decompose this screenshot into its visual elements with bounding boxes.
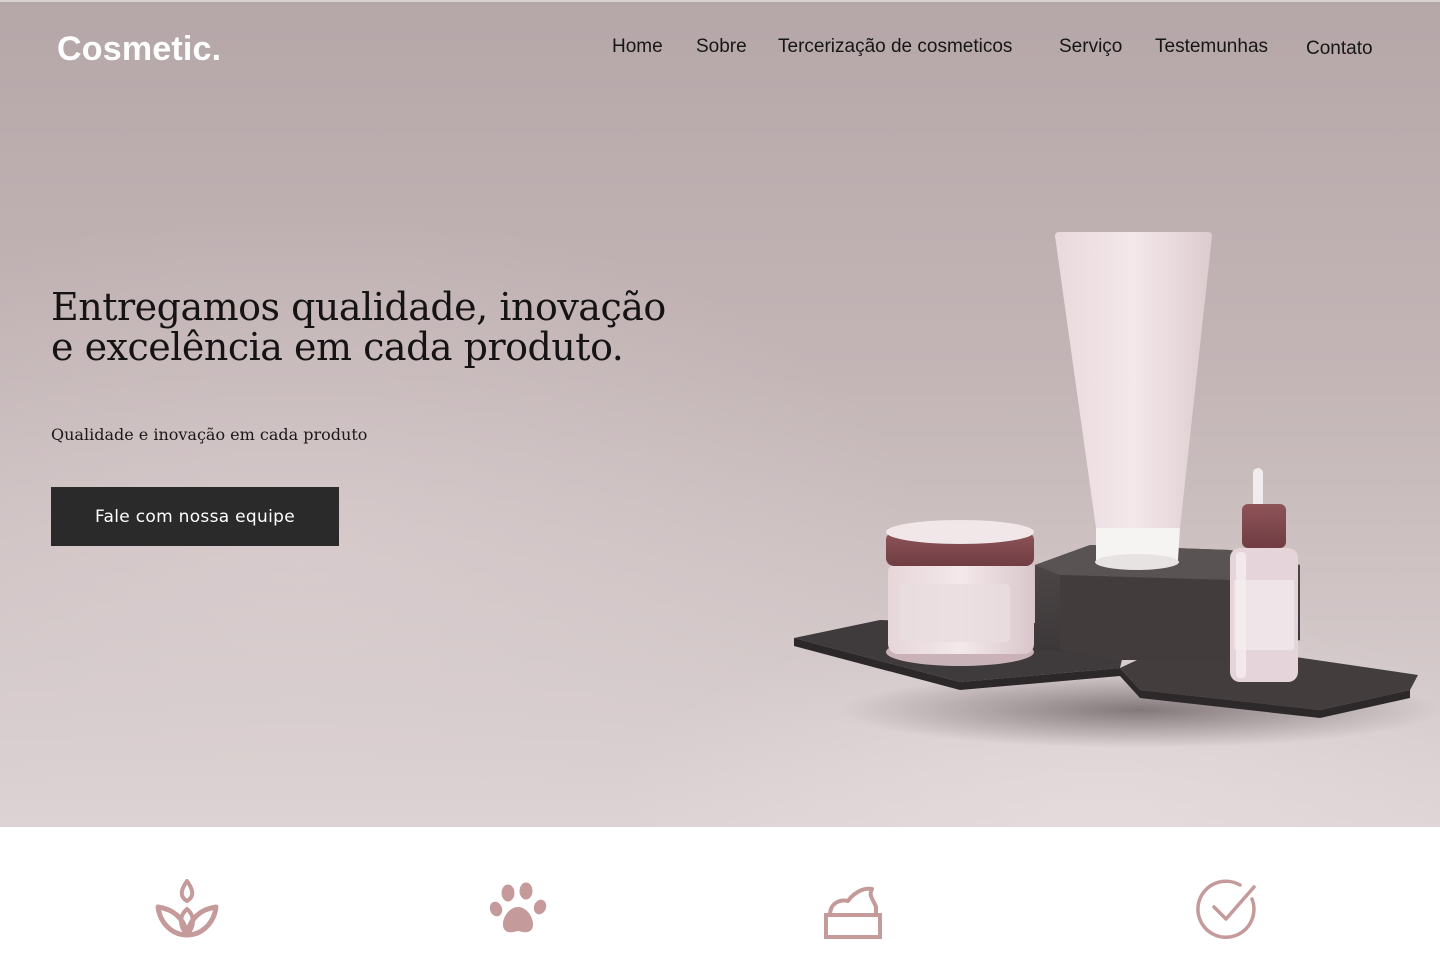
hero-headline: Entregamos qualidade, inovação e excelên… [51, 285, 666, 369]
contact-team-button[interactable]: Fale com nossa equipe [51, 487, 339, 546]
feature-quality [1194, 877, 1274, 947]
hero-section [0, 0, 1440, 827]
cosmetic-products-image [794, 232, 1440, 748]
feature-cruelty-free [488, 877, 568, 947]
nav-item-tercerizacao[interactable]: Tercerização de cosmeticos [778, 36, 1012, 58]
lotus-leaf-icon [155, 879, 219, 938]
feature-natural [150, 877, 230, 947]
nav-item-sobre[interactable]: Sobre [696, 36, 747, 58]
main-navigation: Home Sobre Tercerização de cosmeticos Se… [0, 36, 1440, 64]
check-circle-icon [1196, 879, 1256, 939]
nav-item-home[interactable]: Home [612, 36, 663, 58]
nav-item-testemunhas[interactable]: Testemunhas [1155, 36, 1268, 58]
paw-print-icon [489, 882, 547, 933]
nav-item-contato[interactable]: Contato [1306, 38, 1373, 60]
hero-subheadline: Qualidade e inovação em cada produto [51, 425, 368, 444]
features-section [0, 827, 1440, 956]
feature-cosmetics [822, 877, 902, 947]
top-divider [0, 0, 1440, 2]
nav-item-servico[interactable]: Serviço [1059, 36, 1122, 58]
cream-jar-icon [824, 886, 882, 939]
